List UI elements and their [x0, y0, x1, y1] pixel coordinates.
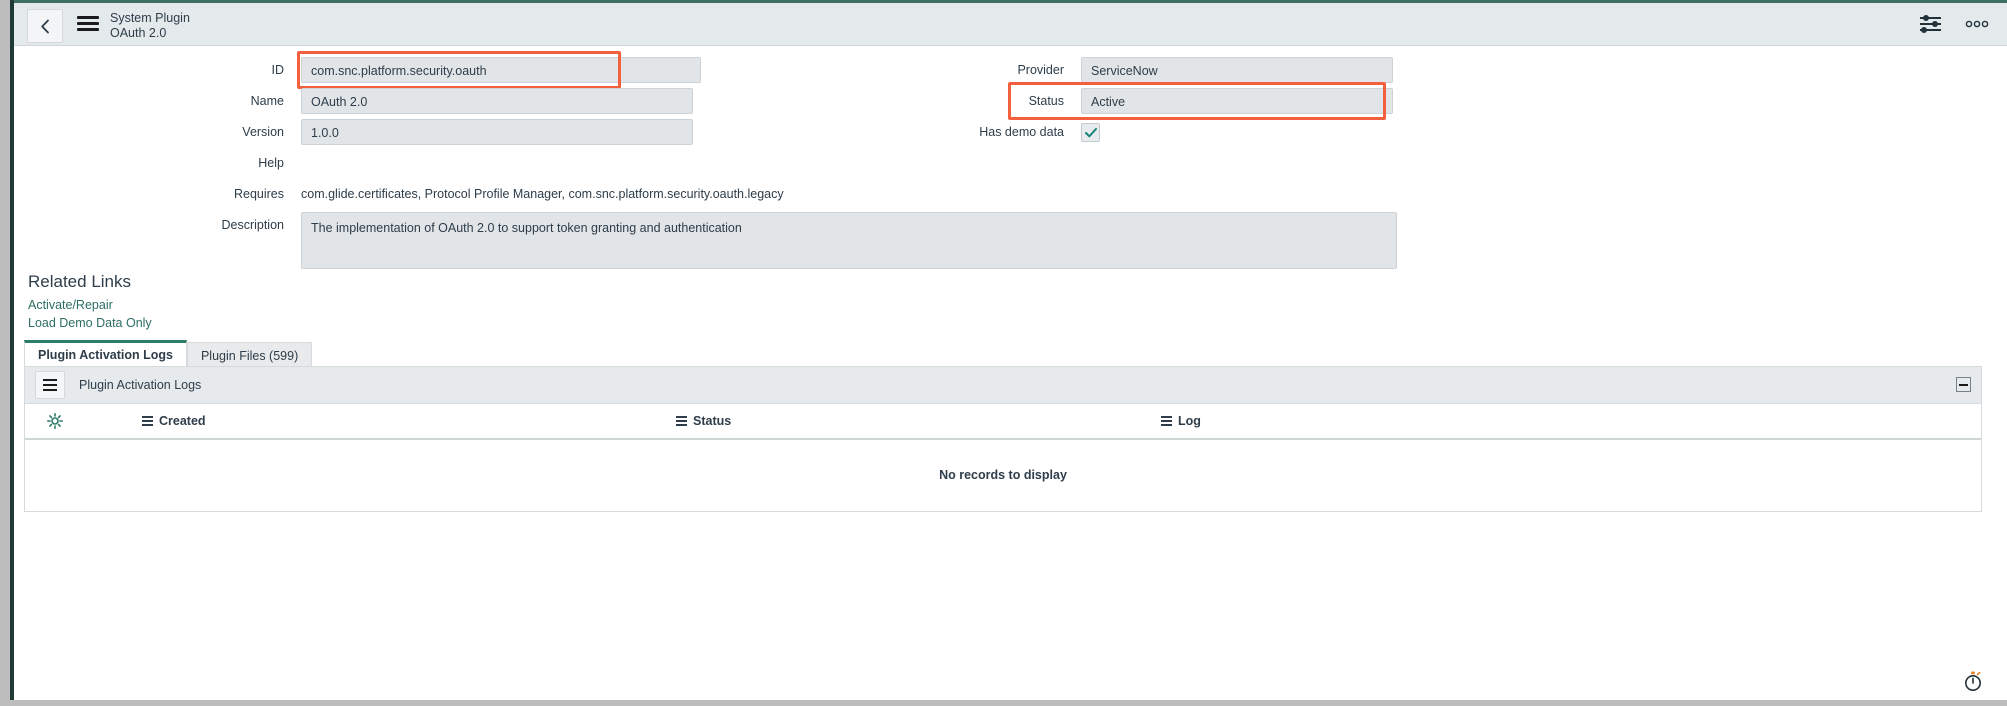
field-row-description: Description The implementation of OAuth … — [164, 212, 1414, 269]
tab-plugin-files[interactable]: Plugin Files (599) — [186, 342, 313, 368]
column-header-status[interactable]: Status — [676, 414, 731, 428]
list-column-header-row: Created Status Log — [25, 404, 1981, 440]
record-frame: System Plugin OAuth 2.0 ID com.snc.platf… — [10, 0, 2007, 700]
list-panel-header: Plugin Activation Logs — [25, 367, 1981, 404]
list-panel-title: Plugin Activation Logs — [79, 378, 202, 392]
field-label-status: Status — [1028, 94, 1064, 108]
field-input-id[interactable]: com.snc.platform.security.oauth — [301, 57, 701, 83]
column-header-label-created: Created — [159, 414, 206, 428]
field-label-provider: Provider — [1017, 63, 1064, 77]
servicenow-plugin-record-page: System Plugin OAuth 2.0 ID com.snc.platf… — [0, 0, 2007, 706]
tab-bar: Plugin Activation Logs Plugin Files (599… — [24, 340, 313, 368]
ellipsis-icon[interactable] — [1965, 20, 1989, 28]
field-input-provider[interactable]: ServiceNow — [1081, 57, 1393, 83]
related-links-heading: Related Links — [28, 272, 132, 291]
field-value-requires: com.glide.certificates, Protocol Profile… — [301, 187, 784, 201]
column-menu-icon-log — [1161, 416, 1172, 426]
record-form: ID com.snc.platform.security.oauth Name … — [14, 46, 2007, 346]
column-header-label-log: Log — [1178, 414, 1201, 428]
field-label-has-demo-data: Has demo data — [979, 125, 1064, 139]
field-input-name[interactable]: OAuth 2.0 — [301, 88, 693, 114]
column-header-label-status: Status — [693, 414, 732, 428]
check-icon — [1084, 127, 1097, 137]
field-textarea-description[interactable]: The implementation of OAuth 2.0 to suppo… — [301, 212, 1397, 269]
empty-state-message: No records to display — [939, 468, 1067, 482]
field-row-help: Help — [164, 150, 784, 176]
list-menu-icon[interactable] — [35, 371, 65, 399]
field-row-version: Version 1.0.0 — [164, 119, 784, 145]
sliders-icon[interactable] — [1919, 14, 1943, 34]
field-input-version[interactable]: 1.0.0 — [301, 119, 693, 145]
record-header: System Plugin OAuth 2.0 — [14, 0, 2007, 46]
back-button[interactable] — [27, 9, 63, 43]
field-row-requires: Requires com.glide.certificates, Protoco… — [164, 181, 1164, 207]
field-input-status[interactable]: Active — [1081, 88, 1393, 114]
field-label-id: ID — [271, 63, 285, 77]
related-link-load-demo-data-only[interactable]: Load Demo Data Only — [28, 316, 152, 330]
field-label-version: Version — [242, 125, 284, 139]
field-row-name: Name OAuth 2.0 — [164, 88, 784, 114]
related-link-activate-repair[interactable]: Activate/Repair — [28, 298, 113, 312]
column-header-created[interactable]: Created — [142, 414, 206, 428]
column-menu-icon-created — [142, 416, 153, 426]
stopwatch-icon[interactable] — [1963, 670, 1983, 692]
field-label-requires: Requires — [233, 187, 284, 201]
collapse-icon[interactable] — [1956, 377, 1971, 392]
field-label-help: Help — [258, 156, 284, 170]
checkbox-has-demo-data[interactable] — [1081, 123, 1100, 142]
tab-plugin-activation-logs[interactable]: Plugin Activation Logs — [24, 340, 187, 368]
hamburger-menu-icon[interactable] — [77, 16, 99, 34]
gear-icon[interactable] — [47, 413, 63, 429]
page-subtitle: OAuth 2.0 — [110, 26, 167, 40]
field-row-id: ID com.snc.platform.security.oauth — [164, 57, 784, 83]
field-row-has-demo-data: Has demo data — [944, 119, 1444, 145]
record-title-block: System Plugin OAuth 2.0 — [110, 11, 190, 41]
field-row-provider: Provider ServiceNow — [944, 57, 1444, 83]
column-menu-icon-status — [676, 416, 687, 426]
page-title: System Plugin — [110, 11, 190, 25]
field-label-description: Description — [221, 218, 284, 232]
header-actions — [1919, 14, 1989, 34]
chevron-left-icon — [40, 19, 49, 33]
column-header-log[interactable]: Log — [1161, 414, 1201, 428]
field-row-status: Status Active — [944, 88, 1444, 114]
plugin-activation-logs-panel: Plugin Activation Logs Created Status Lo… — [24, 366, 1982, 512]
field-label-name: Name — [250, 94, 284, 108]
